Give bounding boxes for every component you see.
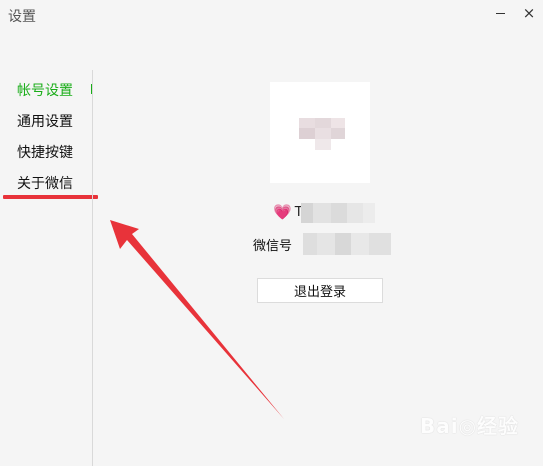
red-arrow-annotation [110,220,284,419]
settings-window: 设置 × 帐号设置 通用设置 快捷按键 关于微信 💗 T 微信号 退出登录 Ba… [0,0,543,466]
arrow-shape [110,220,284,419]
baidu-watermark: Bai◎经验 [420,414,520,438]
